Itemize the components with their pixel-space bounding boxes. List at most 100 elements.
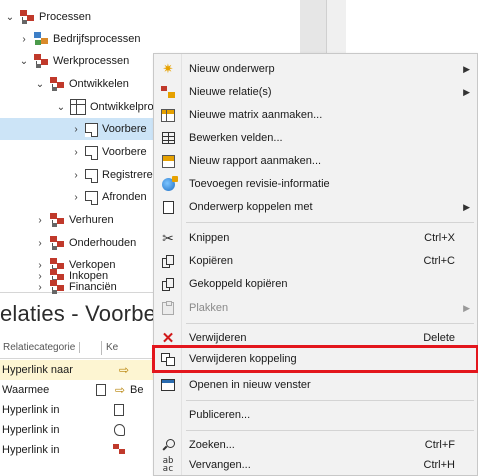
menu-separator xyxy=(186,430,474,431)
menu-item-vervangen[interactable]: ab ac Vervangen... Ctrl+H xyxy=(154,454,477,476)
menu-item-publiceren[interactable]: Publiceren... xyxy=(154,404,477,426)
menu-item-label: Nieuw rapport aanmaken... xyxy=(189,155,322,167)
relation-target: Be xyxy=(130,384,144,396)
empty-icon-slot xyxy=(154,404,182,426)
menu-item-plakken[interactable]: Plakken ▶ xyxy=(154,297,477,319)
menu-item-shortcut: Delete xyxy=(423,332,455,344)
menu-separator xyxy=(186,323,474,324)
page-icon xyxy=(154,196,182,218)
menu-item-onderwerp-koppelen[interactable]: Onderwerp koppelen met ▶ xyxy=(154,196,477,218)
tree-item-bedrijfsprocessen[interactable]: › Bedrijfsprocessen xyxy=(0,28,300,50)
delete-x-icon: ✕ xyxy=(161,330,175,347)
menu-item-label: Plakken xyxy=(189,302,229,314)
menu-item-nieuwe-relaties[interactable]: Nieuwe relatie(s) ▶ xyxy=(154,81,477,103)
column-header-icon[interactable] xyxy=(80,340,102,355)
editor-gutter xyxy=(300,0,326,55)
menu-item-zoeken[interactable]: Zoeken... Ctrl+F xyxy=(154,434,477,456)
submenu-arrow-icon: ▶ xyxy=(463,201,470,212)
menu-item-knippen[interactable]: ✂ Knippen Ctrl+X xyxy=(154,227,477,249)
process-icon xyxy=(49,235,65,251)
menu-item-label: Kopiëren xyxy=(189,255,234,267)
relation-category: Hyperlink in xyxy=(2,404,60,416)
linked-copy-icon xyxy=(154,273,182,295)
relations-panel: elaties - Voorberei Relatiecategorie Ke … xyxy=(0,292,181,476)
table-row[interactable]: Hyperlink in xyxy=(0,440,170,460)
link-arrow-icon: ⇨ xyxy=(118,363,130,377)
document-icon xyxy=(92,384,110,396)
tree-item-label: Verhuren xyxy=(69,214,114,226)
relations-header: Relatiecategorie Ke xyxy=(0,337,170,359)
business-process-icon xyxy=(33,31,49,47)
submenu-arrow-icon: ▶ xyxy=(463,302,470,313)
chevron-right-icon[interactable]: › xyxy=(34,214,46,226)
menu-item-openen-nieuw-venster[interactable]: Openen in nieuw venster xyxy=(154,374,477,396)
document-icon xyxy=(85,122,98,137)
menu-item-bewerken-velden[interactable]: Bewerken velden... xyxy=(154,127,477,149)
menu-item-label: Zoeken... xyxy=(189,439,235,451)
document-icon xyxy=(85,168,98,183)
menu-item-verwijderen[interactable]: ✕ Verwijderen Delete xyxy=(154,327,477,349)
menu-item-label: Gekoppeld kopiëren xyxy=(189,278,288,290)
relation-category: Hyperlink in xyxy=(2,444,60,456)
table-row[interactable]: Hyperlink naar ⇨ xyxy=(0,360,170,380)
table-row[interactable]: Waarmee ⇨ Be xyxy=(0,380,170,400)
chevron-right-icon[interactable]: › xyxy=(34,237,46,249)
tree-item-label: Registrere xyxy=(102,169,153,181)
menu-item-shortcut: Ctrl+H xyxy=(423,459,455,471)
chevron-down-icon[interactable]: ⌄ xyxy=(18,55,30,67)
menu-item-label: Verwijderen koppeling xyxy=(189,353,297,365)
chevron-down-icon[interactable]: ⌄ xyxy=(4,11,16,23)
window-icon xyxy=(154,374,182,396)
menu-item-label: Nieuwe relatie(s) xyxy=(189,86,272,98)
menu-item-label: Publiceren... xyxy=(189,409,251,421)
menu-item-label: Bewerken velden... xyxy=(189,132,283,144)
menu-item-label: Openen in nieuw venster xyxy=(189,379,311,391)
chevron-right-icon[interactable]: › xyxy=(70,169,82,181)
menu-item-nieuw-onderwerp[interactable]: ✷ Nieuw onderwerp ▶ xyxy=(154,58,477,80)
tree-item-processen[interactable]: ⌄ Processen xyxy=(0,6,300,28)
rounded-document-icon xyxy=(110,424,128,436)
menu-item-nieuwe-matrix[interactable]: Nieuwe matrix aanmaken... xyxy=(154,104,477,126)
menu-item-verwijderen-koppeling[interactable]: Verwijderen koppeling xyxy=(152,345,478,373)
table-row[interactable]: Hyperlink in xyxy=(0,420,170,440)
tree-item-label: Voorbere xyxy=(102,123,147,135)
process-icon xyxy=(49,279,65,295)
tree-item-label: Werkprocessen xyxy=(53,55,130,67)
chevron-down-icon[interactable]: ⌄ xyxy=(34,78,46,90)
link-arrow-icon: ⇨ xyxy=(114,383,126,397)
menu-item-gekoppeld-kopieren[interactable]: Gekoppeld kopiëren xyxy=(154,273,477,295)
menu-item-revisie-informatie[interactable]: Toevoegen revisie-informatie xyxy=(154,173,477,195)
process-icon xyxy=(49,212,65,228)
scissors-icon: ✂ xyxy=(162,229,174,246)
replace-icon: ab ac xyxy=(162,456,174,474)
document-icon xyxy=(110,404,128,416)
tree-item-label: Onderhouden xyxy=(69,237,137,249)
menu-item-shortcut: Ctrl+X xyxy=(424,232,455,244)
tree-item-label: Financiën xyxy=(69,281,117,293)
chevron-right-icon[interactable]: › xyxy=(70,123,82,135)
column-header-relatiecategorie[interactable]: Relatiecategorie xyxy=(0,342,80,353)
editor-ruler xyxy=(326,0,346,55)
menu-item-shortcut: Ctrl+C xyxy=(423,255,455,267)
menu-item-nieuw-rapport[interactable]: Nieuw rapport aanmaken... xyxy=(154,150,477,172)
relation-category: Hyperlink in xyxy=(2,424,60,436)
menu-item-kopieren[interactable]: Kopiëren Ctrl+C xyxy=(154,250,477,272)
chevron-right-icon[interactable]: › xyxy=(70,191,82,203)
menu-item-label: Nieuwe matrix aanmaken... xyxy=(189,109,323,121)
globe-icon xyxy=(154,173,182,195)
column-header-ke[interactable]: Ke xyxy=(102,342,118,353)
menu-item-label: Verwijderen xyxy=(189,332,247,344)
menu-item-label: Toevoegen revisie-informatie xyxy=(189,178,330,190)
unlink-icon xyxy=(154,348,182,370)
chevron-right-icon[interactable]: › xyxy=(18,33,30,45)
chevron-down-icon[interactable]: ⌄ xyxy=(55,101,67,113)
report-icon xyxy=(154,150,182,172)
tree-item-label: Ontwikkelen xyxy=(69,78,129,90)
chevron-right-icon[interactable]: › xyxy=(70,146,82,158)
chevron-right-icon[interactable]: › xyxy=(34,281,46,293)
table-row[interactable]: Hyperlink in xyxy=(0,400,170,420)
menu-separator xyxy=(186,222,474,223)
grid-icon xyxy=(70,99,86,115)
context-menu: ✷ Nieuw onderwerp ▶ Nieuwe relatie(s) ▶ … xyxy=(152,53,478,476)
relation-icon xyxy=(154,81,182,103)
